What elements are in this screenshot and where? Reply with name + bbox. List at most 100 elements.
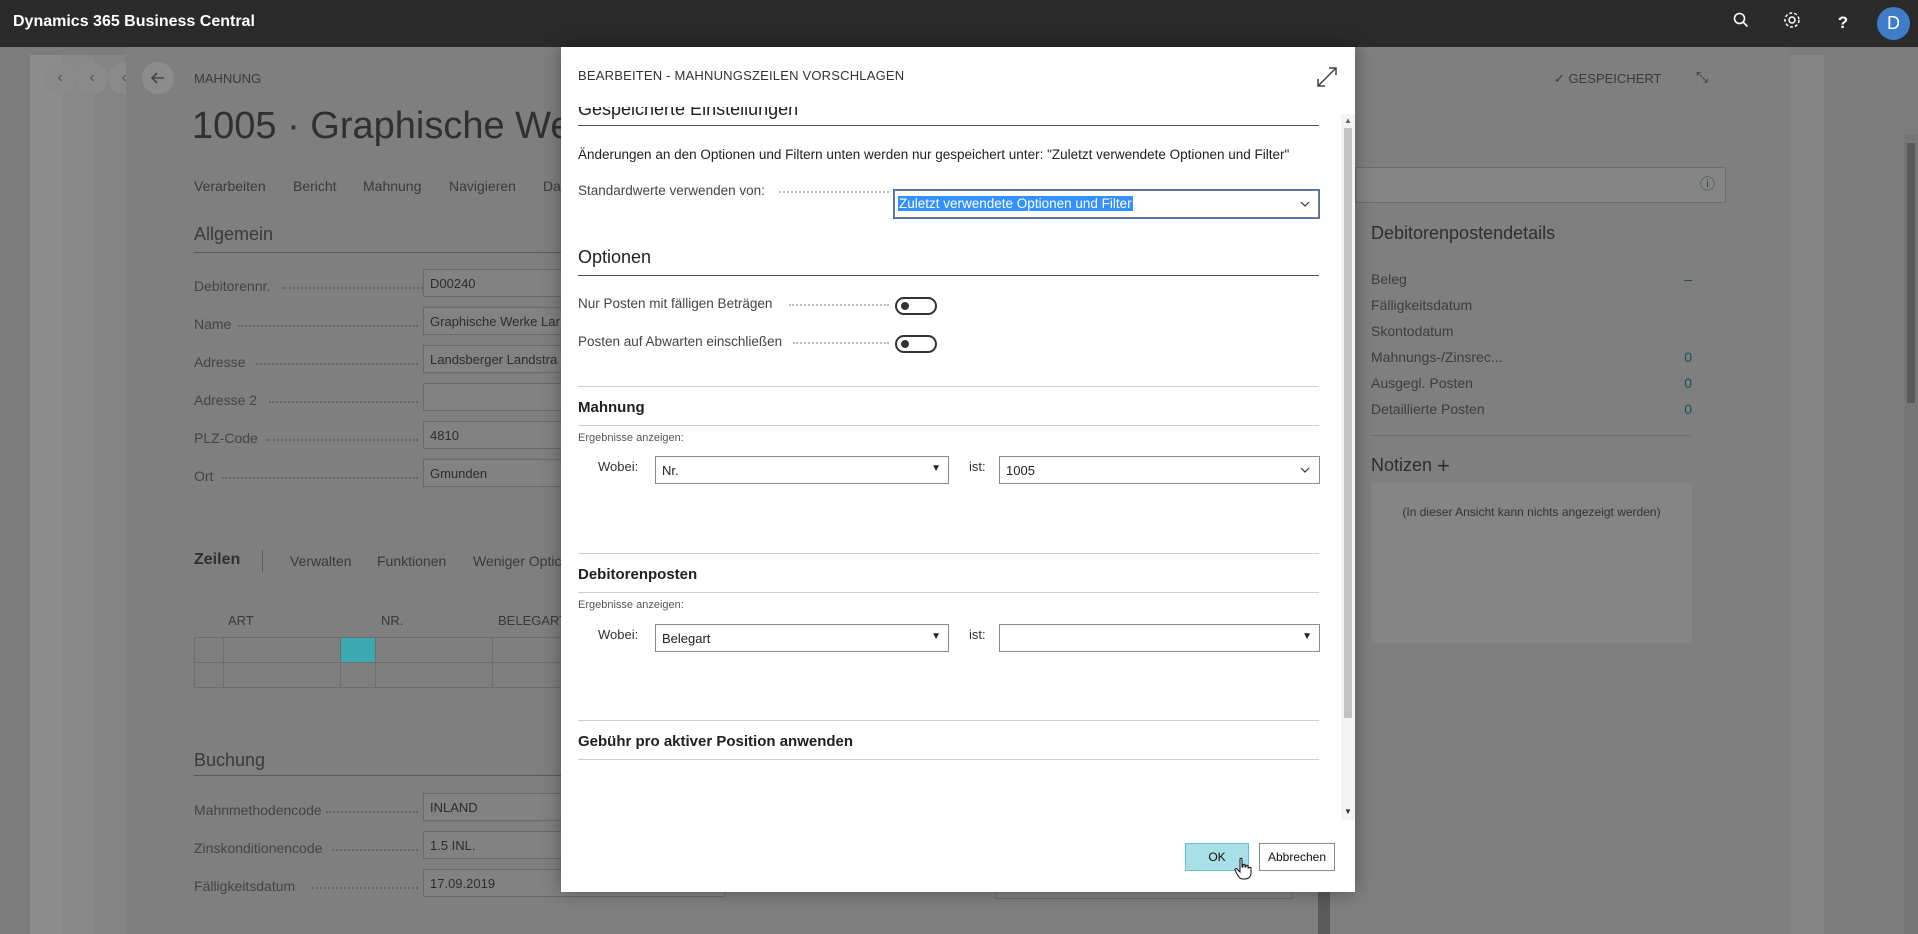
show-results-label: Ergebnisse anzeigen: [578,432,684,444]
cancel-button[interactable]: Abbrechen [1259,843,1335,871]
factbox-row-value[interactable]: – [1652,271,1692,287]
dots [793,342,889,344]
app-title[interactable]: Dynamics 365 Business Central [13,13,255,31]
post-code-field[interactable]: 4810 [423,421,573,449]
field-label: Name [194,316,232,332]
name-field[interactable]: Graphische Werke Lar [423,307,573,335]
customer-no-field[interactable]: D00240 [423,269,573,297]
search-icon[interactable] [1729,11,1753,35]
defaults-select[interactable]: Zuletzt verwendete Optionen und Filter [893,189,1320,219]
section-general-heading[interactable]: Allgemein [194,224,273,245]
divider [262,550,263,572]
factbox-row-value[interactable]: 0 [1652,375,1692,391]
reminder-filter-heading[interactable]: Mahnung [578,399,645,416]
only-due-entries-toggle[interactable] [895,297,937,315]
dots [779,191,889,193]
menu-item-process[interactable]: Verarbeiten [194,178,266,194]
toggle-knob [901,340,909,348]
scroll-thumb[interactable] [1344,128,1352,718]
field-label: Zinskonditionencode [194,840,323,856]
tab-lines[interactable]: Zeilen [194,551,240,569]
cust-entries-filter-heading[interactable]: Debitorenposten [578,566,697,583]
scroll-down-icon[interactable]: ▼ [1344,807,1352,816]
notes-title-text: Notizen [1371,455,1433,475]
avatar[interactable]: D [1877,7,1910,40]
add-note-icon[interactable]: + [1437,453,1450,478]
factbox-row-label: Fälligkeitsdatum [1371,297,1473,313]
cust-entries-filter-field: Belegart [662,631,711,646]
options-heading[interactable]: Optionen [578,247,651,268]
address-field[interactable]: Landsberger Landstra [423,345,573,373]
divider [578,386,1319,387]
back-icon[interactable] [142,62,174,94]
grid-cell[interactable] [492,662,562,688]
scroll-thumb[interactable] [1907,143,1915,403]
lines-action-fewer-options[interactable]: Weniger Optic [473,553,561,569]
grid-cell[interactable] [194,662,224,688]
factbox-row-value[interactable]: 0 [1652,401,1692,417]
field-label: Fälligkeitsdatum [194,878,296,894]
dots [789,304,889,306]
reminder-filter-value: 1005 [1006,463,1035,478]
lines-action-manage[interactable]: Verwalten [290,553,351,569]
toggle-knob [901,302,909,310]
city-field[interactable]: Gmunden [423,459,573,487]
chevron-down-icon [1300,201,1310,207]
grid-cell[interactable] [223,637,341,663]
section-posting-heading[interactable]: Buchung [194,750,265,771]
grid-cell[interactable] [340,662,376,688]
grid-cell[interactable] [375,662,493,688]
dots [256,363,418,365]
menu-item-more[interactable]: Da [543,178,561,194]
where-label: Wobei: [598,459,639,474]
saved-settings-info: Änderungen an den Optionen und Filtern u… [578,147,1290,162]
address2-field[interactable] [423,383,573,411]
reminder-filter-field-select[interactable]: Nr. ▼ [655,456,949,484]
divider [578,720,1319,721]
grid-cell[interactable] [492,637,562,663]
dropdown-arrow-icon: ▼ [931,463,941,474]
top-bar: Dynamics 365 Business Central ? D [0,0,1918,47]
help-icon[interactable]: ? [1831,11,1855,35]
cust-entries-filter-field-select[interactable]: Belegart ▼ [655,624,949,652]
saved-settings-heading[interactable]: Gespeicherte Einstellungen [578,107,798,120]
grid-cell[interactable] [375,637,493,663]
menu-item-report[interactable]: Bericht [293,178,337,194]
divider [194,775,574,776]
grid-cell[interactable] [194,637,224,663]
column-header-doc-type[interactable]: BELEGART [498,613,567,628]
column-header-no[interactable]: NR. [381,613,403,628]
divider [1371,435,1691,436]
toggle-label: Nur Posten mit fälligen Beträgen [578,296,773,311]
is-label: ist: [969,459,986,474]
column-header-type[interactable]: ART [228,613,254,628]
factbox-row-value[interactable]: 0 [1652,349,1692,365]
menu-item-navigate[interactable]: Navigieren [449,178,516,194]
factbox-title: Debitorenpostendetails [1371,223,1556,243]
where-label: Wobei: [598,627,639,642]
dots [269,401,418,403]
grid-cell[interactable] [223,662,341,688]
include-on-hold-toggle[interactable] [895,335,937,353]
scroll-up-icon[interactable]: ▲ [1344,116,1352,125]
dialog-body: Gespeicherte Einstellungen Änderungen an… [561,107,1341,867]
dots [266,439,418,441]
lines-action-functions[interactable]: Funktionen [377,553,446,569]
menu-item-reminder[interactable]: Mahnung [363,178,421,194]
cust-entries-filter-value-select[interactable]: ▼ [999,624,1320,652]
back-icon[interactable]: ‹ [44,62,76,94]
reminder-filter-value-input[interactable]: 1005 [999,456,1320,484]
factbox-row-label: Detaillierte Posten [1371,401,1485,417]
grid-cell-selected[interactable] [340,637,376,663]
gear-icon[interactable] [1780,11,1804,35]
back-icon[interactable]: ‹ [76,62,108,94]
page-scrollbar[interactable] [1904,135,1918,934]
search-box[interactable] [1355,167,1726,203]
expand-icon[interactable] [1315,65,1339,89]
info-icon[interactable]: ⓘ [1700,173,1715,194]
collapse-icon[interactable]: ⤡ [1696,69,1708,86]
dialog-scrollbar[interactable]: ▲ ▼ [1341,114,1355,820]
saved-status: ✓ GESPEICHERT [1554,71,1662,86]
field-label: Mahnmethodencode [194,802,322,818]
fee-section-heading[interactable]: Gebühr pro aktiver Position anwenden [578,733,853,750]
